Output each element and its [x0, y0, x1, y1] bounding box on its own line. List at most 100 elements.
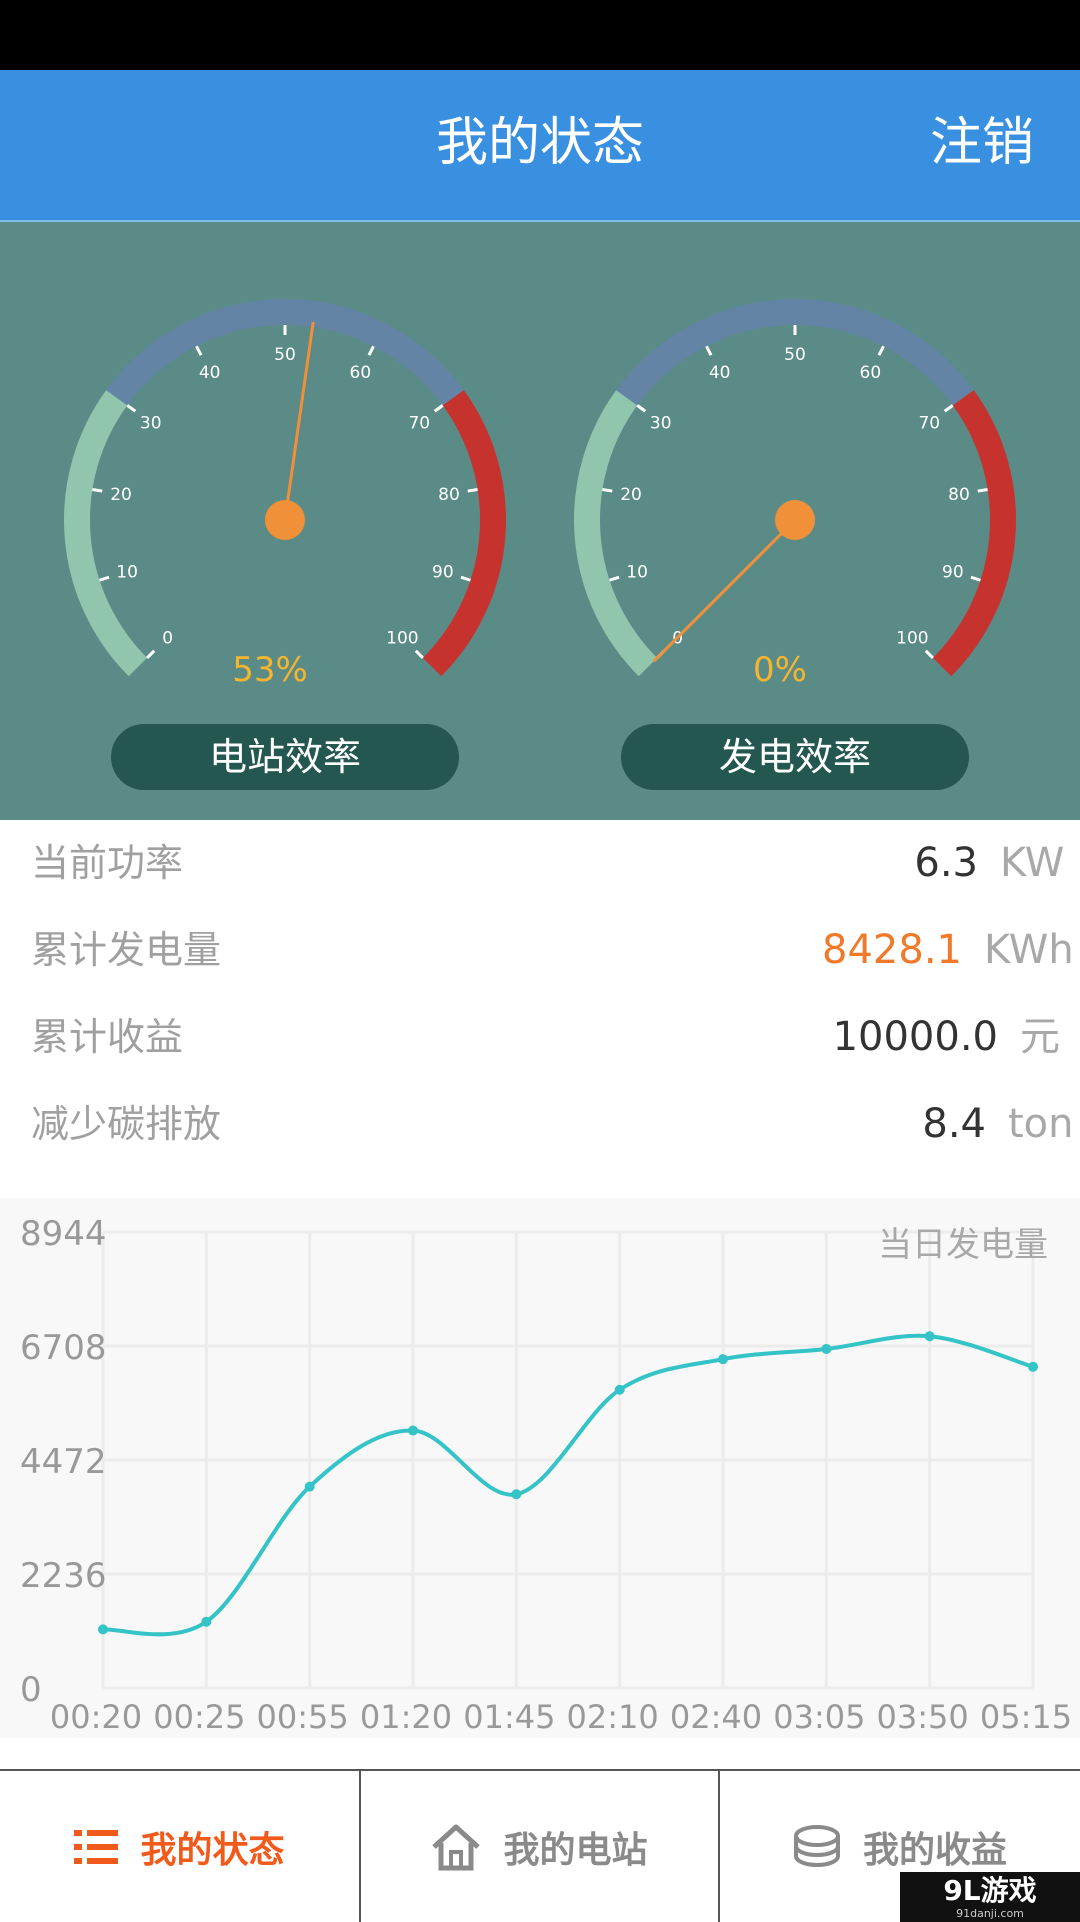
stat-unit: 元 [1020, 1014, 1060, 1060]
gauge-tick-label: 0 [162, 628, 173, 648]
stat-unit: ton [1008, 1101, 1074, 1147]
gauge-hub [265, 500, 305, 540]
gauge-needle [652, 518, 797, 663]
gauge-tick-label: 50 [784, 345, 806, 365]
x-tick-label: 01:45 [463, 1698, 555, 1736]
gauge-tick-label: 10 [626, 562, 648, 582]
data-point [98, 1624, 108, 1635]
y-tick-label: 2236 [20, 1556, 107, 1596]
gauge-tick-label: 90 [432, 562, 454, 582]
tab-label: 我的收益 [862, 1829, 1007, 1871]
gauge-tick [92, 488, 103, 493]
x-tick-label: 00:20 [50, 1698, 142, 1736]
x-tick-label: 00:25 [153, 1698, 245, 1736]
title-bar: 我的状态 注销 [0, 70, 1080, 220]
gauge-tick-label: 70 [408, 413, 430, 433]
gauge-tick [467, 488, 478, 493]
coins-icon [793, 1824, 841, 1870]
gauge-tick [970, 575, 981, 582]
x-tick-label: 05:15 [980, 1698, 1072, 1736]
stat-total-generation: 累计发电量 8428.1 KWh [0, 907, 1080, 994]
stats-list: 当前功率 6.3 KW 累计发电量 8428.1 KWh 累计收益 10000.0 元… [0, 820, 1080, 1198]
stat-current-power: 当前功率 6.3 KW [0, 820, 1080, 907]
stat-unit: KW [1000, 840, 1065, 886]
gauge-tick [367, 345, 375, 356]
gauge-arc-high [422, 390, 506, 677]
gauge-tick-label: 80 [948, 485, 970, 505]
data-point [201, 1616, 212, 1627]
stat-label: 当前功率 [31, 841, 184, 885]
series-line [102, 1333, 1034, 1637]
x-tick-label: 00:55 [257, 1698, 349, 1736]
gauge-tick [636, 404, 647, 413]
gauge-tick [609, 575, 620, 582]
tab-label: 我的状态 [140, 1829, 285, 1871]
y-tick-label: 6708 [20, 1328, 107, 1368]
x-tick-label: 01:20 [360, 1698, 452, 1736]
stat-value: 6.3 KW [914, 820, 1080, 907]
list-icon [74, 1828, 119, 1866]
gauge-tick [943, 404, 954, 413]
gauge-tick [99, 575, 110, 582]
gauge-tick-label: 60 [350, 363, 372, 383]
home-icon [431, 1823, 481, 1871]
stat-total-income: 累计收益 10000.0 元 [0, 994, 1080, 1081]
tab-my-status[interactable]: 我的状态 [0, 1771, 359, 1922]
gauge-tick [602, 488, 613, 493]
gauge-tick-label: 30 [650, 413, 672, 433]
x-tick-label: 03:50 [877, 1698, 969, 1736]
gauge-hub [775, 500, 815, 540]
gauge-tick-label: 40 [709, 363, 731, 383]
gauge-arc-high [932, 390, 1016, 677]
stat-number: 10000.0 [832, 1014, 998, 1060]
status-bar [0, 0, 1080, 70]
gauge-tick [705, 345, 713, 356]
gauge-tick [877, 345, 885, 356]
y-tick-label: 4472 [20, 1442, 107, 1482]
watermark-text: 9L游戏 [943, 1874, 1037, 1907]
gauge-tick-label: 90 [942, 562, 964, 582]
gauge-tick-label: 30 [140, 413, 162, 433]
page-title: 我的状态 [435, 113, 644, 173]
daily-generation-chart: 0 2236 4472 6708 8944 00:20 00:25 00:55 01:20 01:… [0, 1198, 1080, 1738]
data-point [924, 1331, 935, 1342]
stat-carbon-reduction: 减少碳排放 8.4 ton [0, 1081, 1080, 1168]
watermark-sub: 91danji.com [956, 1907, 1024, 1920]
gauge-percent: 0% [753, 650, 807, 690]
gauge-tick [126, 404, 137, 413]
gauge-tick-label: 20 [620, 485, 642, 505]
gauge-tick-label: 70 [918, 413, 940, 433]
y-tick-label: 0 [20, 1670, 42, 1710]
gauge-label: 发电效率 [621, 724, 969, 790]
gauge-tick-label: 100 [386, 628, 418, 648]
stat-value: 10000.0 元 [833, 994, 1080, 1081]
stat-value: 8428.1 KWh [822, 907, 1080, 994]
data-point [1028, 1361, 1038, 1372]
stat-number: 8428.1 [822, 927, 962, 973]
stat-value: 8.4 ton [922, 1081, 1080, 1168]
bottom-tab-bar: 我的状态 我的电站 我的收益 9L游戏 91danji.com [0, 1769, 1080, 1922]
data-point [511, 1489, 522, 1500]
gauge-tick-label: 80 [438, 485, 460, 505]
gauge-panel: 0 10 20 30 40 50 60 70 80 90 100 53% 电站效率 0 10 20 30 4… [0, 222, 1080, 820]
chart-plot: 0 2236 4472 6708 8944 00:20 00:25 00:55 01:20 01:… [20, 1214, 1072, 1736]
data-point [614, 1384, 625, 1395]
chart-title: 当日发电量 [878, 1225, 1048, 1265]
x-tick-label: 03:05 [773, 1698, 865, 1736]
gauge-tick-label: 10 [116, 562, 138, 582]
gauge-tick [195, 345, 203, 356]
gauge-tick [460, 575, 471, 582]
data-point [821, 1343, 832, 1354]
tab-label: 我的电站 [503, 1829, 648, 1871]
tab-my-station[interactable]: 我的电站 [361, 1771, 718, 1922]
x-tick-label: 02:40 [670, 1698, 762, 1736]
data-point [304, 1481, 315, 1492]
gauge-tick [433, 404, 444, 413]
logout-button[interactable]: 注销 [930, 70, 1034, 220]
stat-unit: KWh [984, 927, 1074, 973]
gauge-arc-low [64, 390, 148, 677]
gauge-tick-label: 20 [110, 485, 132, 505]
gauge-tick-label: 60 [860, 363, 882, 383]
gauge-label: 电站效率 [111, 724, 459, 790]
stat-label: 减少碳排放 [31, 1102, 222, 1146]
